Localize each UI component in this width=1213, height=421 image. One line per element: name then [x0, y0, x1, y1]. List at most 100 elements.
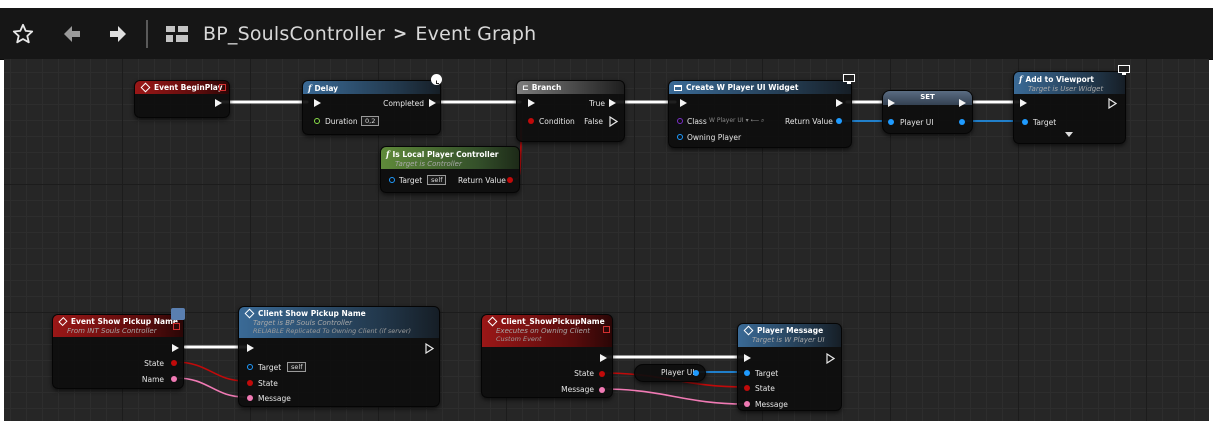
exec-out-pin[interactable] — [836, 99, 843, 107]
completed-exec-pin[interactable] — [429, 99, 436, 107]
event-diamond-icon — [743, 325, 754, 336]
exec-in-pin[interactable] — [247, 344, 254, 352]
return-value-pin[interactable] — [836, 118, 842, 124]
exec-out-pin[interactable] — [959, 99, 966, 107]
delay-node[interactable]: f Delay Completed Duration 0,2 — [302, 74, 442, 135]
star-outline-icon[interactable] — [6, 8, 40, 59]
class-dropdown[interactable]: W Player UI ▾ ⟵ ⌕ — [709, 116, 764, 126]
node-header: Event Show Pickup Name From INT Souls Co… — [53, 315, 183, 337]
widget-icon — [674, 84, 682, 91]
event-graph-canvas[interactable]: Event BeginPlay f Delay Completed Duratio… — [4, 59, 1209, 421]
node-header: Create W Player UI Widget — [669, 81, 851, 94]
variable-label: Player UI — [661, 368, 695, 377]
node-title: Client_ShowPickupName — [501, 317, 605, 326]
monitor-icon — [1118, 65, 1130, 75]
chevron-down-icon: ▾ ⟵ ⌕ — [745, 117, 765, 124]
message-pin[interactable] — [247, 395, 253, 401]
exec-out-pin[interactable] — [172, 344, 179, 352]
target-pin[interactable] — [247, 364, 253, 370]
state-pin[interactable] — [171, 360, 177, 366]
state-pin[interactable] — [599, 371, 605, 377]
owning-player-pin[interactable] — [677, 134, 683, 140]
player-message-node[interactable]: Player Message Target is W Player UI Tar… — [737, 323, 842, 411]
delegate-pin[interactable] — [219, 84, 226, 91]
self-field[interactable]: self — [287, 362, 307, 372]
node-title: Is Local Player Controller — [392, 149, 499, 159]
exec-out-pin[interactable] — [215, 99, 222, 107]
node-subtitle: Target is BP Souls Controller — [253, 319, 353, 327]
node-header: f Delay — [303, 81, 440, 94]
name-pin[interactable] — [171, 376, 177, 382]
node-title: Add to Viewport — [1025, 74, 1095, 84]
breadcrumb-blueprint[interactable]: BP_SoulsController — [203, 23, 385, 45]
state-label: State — [755, 384, 775, 393]
true-label: True — [589, 99, 605, 108]
node-subtitle: Target is User Widget — [1028, 85, 1104, 93]
exec-in-pin[interactable] — [680, 99, 687, 107]
condition-pin[interactable] — [528, 118, 534, 124]
player-ui-out-pin[interactable] — [959, 119, 965, 125]
duration-field[interactable]: 0,2 — [361, 116, 380, 126]
name-label: Name — [141, 375, 164, 384]
message-pin[interactable] — [599, 387, 605, 393]
player-ui-variable-node[interactable]: Player UI — [634, 364, 706, 382]
true-exec-pin[interactable] — [609, 99, 616, 107]
exec-in-pin[interactable] — [314, 99, 321, 107]
breadcrumb-graph[interactable]: Event Graph — [415, 23, 536, 45]
false-exec-pin[interactable] — [609, 116, 618, 127]
node-header: Client_ShowPickupName Executes on Owning… — [482, 315, 612, 347]
return-value-pin[interactable] — [507, 177, 513, 183]
exec-in-pin[interactable] — [888, 99, 895, 107]
node-header: Player Message Target is W Player UI — [738, 324, 841, 347]
duration-pin[interactable] — [314, 118, 320, 124]
exec-out-pin[interactable] — [425, 343, 434, 354]
node-subtitle: Executes on Owning Client — [496, 327, 591, 335]
exec-in-pin[interactable] — [744, 354, 751, 362]
expand-arrow-icon[interactable] — [1065, 132, 1073, 138]
client-custom-event-node[interactable]: Client_ShowPickupName Executes on Owning… — [481, 314, 613, 398]
is-local-player-controller-node[interactable]: f Is Local Player Controller Target is Co… — [380, 146, 520, 193]
node-title: Delay — [314, 83, 339, 93]
event-diamond-icon — [140, 82, 151, 93]
player-ui-in-pin[interactable] — [888, 119, 894, 125]
self-field[interactable]: self — [427, 175, 447, 185]
exec-out-pin[interactable] — [1108, 98, 1117, 109]
target-label: Target — [399, 176, 423, 185]
event-beginplay-node[interactable]: Event BeginPlay — [134, 80, 230, 118]
client-show-pickup-name-node[interactable]: Client Show Pickup Name Target is BP Sou… — [238, 306, 440, 407]
node-title: Event BeginPlay — [154, 83, 223, 92]
state-pin[interactable] — [744, 385, 750, 391]
delegate-pin[interactable] — [173, 323, 180, 330]
event-show-pickup-name-node[interactable]: Event Show Pickup Name From INT Souls Co… — [52, 308, 185, 389]
branch-icon: ⊏ — [522, 83, 529, 92]
class-pin[interactable] — [677, 118, 683, 124]
node-subtitle: From INT Souls Controller — [67, 327, 157, 335]
node-header: ⊏ Branch — [517, 81, 624, 94]
exec-out-pin[interactable] — [600, 354, 607, 362]
branch-node[interactable]: ⊏ Branch True Condition False — [516, 80, 625, 142]
monitor-icon — [843, 74, 855, 84]
class-label: Class — [687, 117, 707, 126]
player-ui-out-pin[interactable] — [693, 370, 699, 376]
message-pin[interactable] — [744, 401, 750, 407]
exec-out-pin[interactable] — [826, 353, 835, 364]
node-title: Client Show Pickup Name — [258, 309, 366, 318]
arrow-left-icon[interactable] — [57, 8, 87, 59]
owning-player-label: Owning Player — [687, 133, 742, 142]
target-pin[interactable] — [389, 177, 395, 183]
exec-in-pin[interactable] — [1020, 99, 1027, 107]
set-variable-node[interactable]: SET Player UI — [882, 90, 973, 134]
node-title: Create W Player UI Widget — [686, 83, 799, 92]
node-subtitle: Target is W Player UI — [752, 336, 825, 344]
exec-in-pin[interactable] — [528, 99, 535, 107]
arrow-right-icon[interactable] — [103, 8, 133, 59]
add-to-viewport-node[interactable]: f Add to Viewport Target is User Widget T… — [1013, 65, 1130, 144]
message-label: Message — [561, 385, 594, 394]
delegate-pin[interactable] — [603, 326, 610, 333]
state-pin[interactable] — [247, 380, 253, 386]
target-pin[interactable] — [1022, 119, 1028, 125]
node-title: Event Show Pickup Name — [70, 317, 178, 326]
target-pin[interactable] — [744, 370, 750, 376]
node-header: f Add to Viewport Target is User Widget — [1014, 72, 1125, 94]
create-widget-node[interactable]: Create W Player UI Widget Class W Player… — [668, 74, 855, 148]
